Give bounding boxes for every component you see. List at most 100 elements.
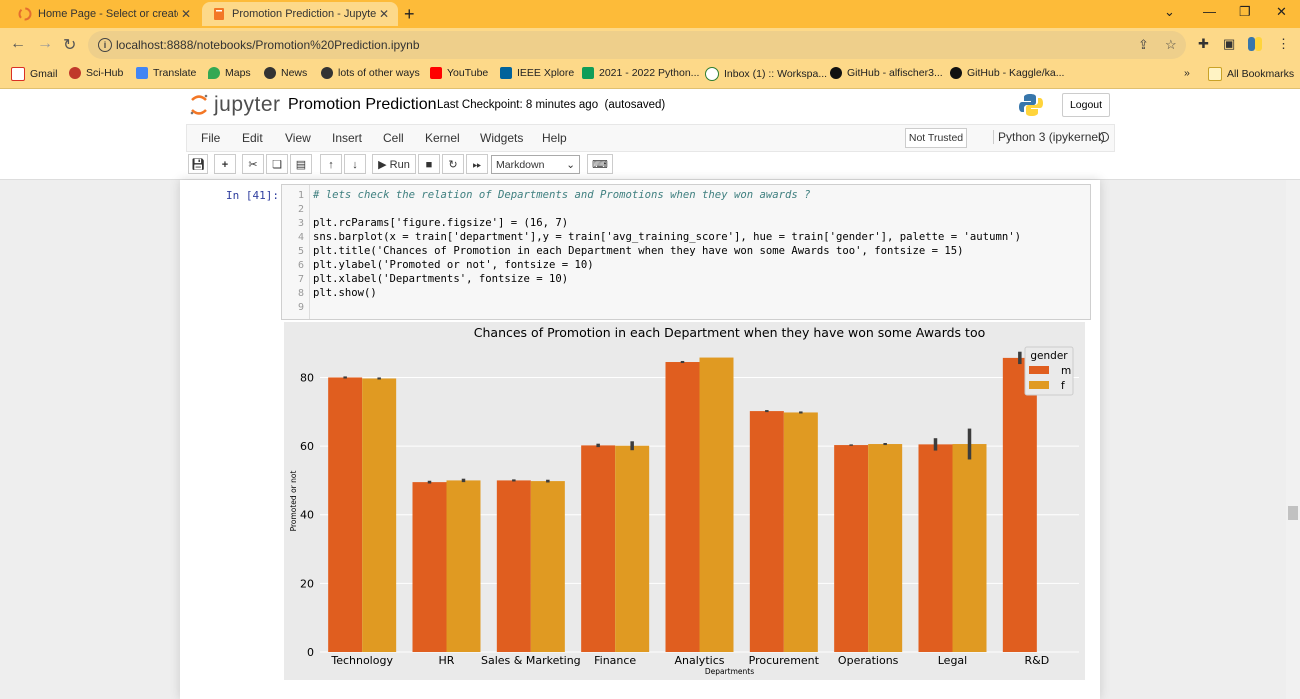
- x-tick-label: Sales & Marketing: [481, 654, 581, 667]
- restore-icon[interactable]: ❐: [1239, 4, 1251, 20]
- translate-icon: [136, 67, 148, 79]
- bar-m: [834, 445, 869, 652]
- folder-icon: [1208, 67, 1222, 81]
- cell-prompt: In [41]:: [226, 189, 279, 202]
- bookmark-github-alfischer[interactable]: GitHub - alfischer3...: [830, 67, 943, 79]
- bookmark-maps[interactable]: Maps: [208, 67, 251, 79]
- cut-icon[interactable]: ✂: [242, 154, 264, 174]
- forward-icon[interactable]: →: [37, 35, 53, 53]
- cell-type-select[interactable]: Markdown ⌄: [491, 155, 580, 174]
- save-icon[interactable]: 💾︎: [188, 154, 208, 174]
- bar-f: [952, 444, 987, 652]
- legend-label: f: [1061, 380, 1065, 392]
- bookmark-news[interactable]: News: [264, 67, 307, 79]
- bookmark-gmail[interactable]: Gmail: [11, 67, 57, 81]
- line-number: 4: [297, 232, 304, 243]
- sheets-icon: [582, 67, 594, 79]
- bar-m: [665, 362, 700, 652]
- move-down-icon[interactable]: ↓: [344, 154, 366, 174]
- bar-m: [749, 411, 784, 652]
- menu-widgets[interactable]: Widgets: [480, 131, 523, 145]
- kernel-idle-icon: [1099, 132, 1109, 142]
- line-number: 3: [297, 218, 304, 229]
- bookmark-sci-hub[interactable]: Sci-Hub: [69, 67, 123, 79]
- tab-promotion-prediction[interactable]: Promotion Prediction - Jupyter N ✕: [202, 2, 398, 26]
- menu-edit[interactable]: Edit: [242, 131, 263, 145]
- bookmark-github-kaggle[interactable]: GitHub - Kaggle/ka...: [950, 67, 1064, 79]
- jupyter-header: jupyter Promotion Prediction Last Checkp…: [0, 89, 1300, 180]
- jupyter-logo[interactable]: jupyter: [190, 93, 281, 117]
- logout-button[interactable]: Logout: [1062, 93, 1110, 117]
- code-cell-input[interactable]: 1 2 3 4 5 6 7 8 9 # lets check the relat…: [281, 184, 1091, 320]
- minimize-icon[interactable]: —: [1203, 4, 1216, 19]
- x-axis-label: Departments: [705, 667, 754, 676]
- new-tab-icon[interactable]: +: [404, 4, 415, 24]
- side-panel-icon[interactable]: ▣: [1223, 36, 1235, 52]
- bookmark-lots-of-other-ways[interactable]: lots of other ways: [321, 67, 420, 79]
- kebab-menu-icon[interactable]: ⋮: [1277, 36, 1290, 52]
- close-window-icon[interactable]: ✕: [1276, 4, 1287, 20]
- code-line: sns.barplot(x = train['department'],y = …: [313, 231, 1021, 243]
- bookmark-ieee-xplore[interactable]: IEEE Xplore: [500, 67, 574, 79]
- y-tick-label: 0: [307, 646, 314, 659]
- menu-insert[interactable]: Insert: [332, 131, 362, 145]
- run-button[interactable]: ▶ Run: [372, 154, 416, 174]
- bar-f: [615, 445, 650, 652]
- all-bookmarks[interactable]: All Bookmarks: [1208, 67, 1294, 81]
- not-trusted-badge[interactable]: Not Trusted: [905, 128, 967, 148]
- bar-f: [530, 481, 565, 652]
- notebook-name[interactable]: Promotion Prediction: [288, 96, 437, 114]
- bar-m: [581, 445, 616, 652]
- page-scrollbar[interactable]: [1286, 180, 1300, 699]
- menu-help[interactable]: Help: [542, 131, 567, 145]
- bookmark-inbox[interactable]: Inbox (1) :: Workspa...: [705, 67, 827, 81]
- info-icon[interactable]: i: [98, 38, 112, 52]
- kernel-name[interactable]: Python 3 (ipykernel): [993, 130, 1105, 144]
- back-icon[interactable]: ←: [10, 35, 26, 53]
- menu-view[interactable]: View: [285, 131, 311, 145]
- star-icon[interactable]: ☆: [1165, 37, 1177, 53]
- x-tick-label: Operations: [838, 654, 899, 667]
- restart-icon[interactable]: ↻: [442, 154, 464, 174]
- bar-m: [328, 377, 363, 652]
- barplot-chart: 0 20 40 60 80 Chances of Promotion in each De…: [289, 325, 1079, 676]
- bar-f: [783, 412, 818, 652]
- bar-m: [412, 482, 447, 652]
- insert-cell-icon[interactable]: +: [214, 154, 236, 174]
- checkpoint-text: Last Checkpoint: 8 minutes ago: [437, 99, 599, 111]
- line-number: 1: [297, 190, 304, 201]
- jupyter-favicon: [18, 7, 32, 21]
- move-up-icon[interactable]: ↑: [320, 154, 342, 174]
- cell-output: 0 20 40 60 80 Chances of Promotion in each De…: [284, 322, 1085, 680]
- bookmarks-overflow[interactable]: »: [1184, 67, 1190, 79]
- fast-forward-icon[interactable]: ⏩︎: [466, 154, 488, 174]
- reload-icon[interactable]: ↻: [63, 35, 76, 55]
- y-tick-label: 60: [300, 440, 314, 453]
- line-number: 2: [297, 204, 304, 215]
- legend-swatch-m: [1029, 366, 1049, 374]
- keyboard-icon[interactable]: ⌨: [587, 154, 613, 174]
- close-icon[interactable]: ✕: [376, 7, 392, 21]
- copy-icon[interactable]: ❏: [266, 154, 288, 174]
- menu-cell[interactable]: Cell: [383, 131, 404, 145]
- address-bar[interactable]: i localhost:8888/notebooks/Promotion%20P…: [88, 31, 1186, 59]
- line-number: 7: [297, 274, 304, 285]
- url-text: localhost:8888/notebooks/Promotion%20Pre…: [116, 38, 420, 52]
- code-line: plt.xlabel('Departments', fontsize = 10): [313, 273, 569, 285]
- menu-kernel[interactable]: Kernel: [425, 131, 460, 145]
- tab-home-page[interactable]: Home Page - Select or create a n ✕: [8, 2, 200, 26]
- bookmark-youtube[interactable]: YouTube: [430, 67, 488, 79]
- paste-icon[interactable]: ▤: [290, 154, 312, 174]
- stop-icon[interactable]: ■: [418, 154, 440, 174]
- extensions-icon[interactable]: ✚: [1198, 36, 1209, 52]
- profile-icon[interactable]: [1247, 36, 1263, 55]
- checkpoint-status: Last Checkpoint: 8 minutes ago (autosave…: [437, 99, 665, 111]
- menu-file[interactable]: File: [201, 131, 220, 145]
- bookmark-translate[interactable]: Translate: [136, 67, 196, 79]
- scrollbar-thumb[interactable]: [1288, 506, 1298, 520]
- line-number: 5: [297, 246, 304, 257]
- chevron-down-icon[interactable]: ⌄: [1164, 4, 1175, 20]
- share-icon[interactable]: ⇪: [1138, 37, 1149, 53]
- close-icon[interactable]: ✕: [178, 7, 194, 21]
- bookmark-python[interactable]: 2021 - 2022 Python...: [582, 67, 699, 79]
